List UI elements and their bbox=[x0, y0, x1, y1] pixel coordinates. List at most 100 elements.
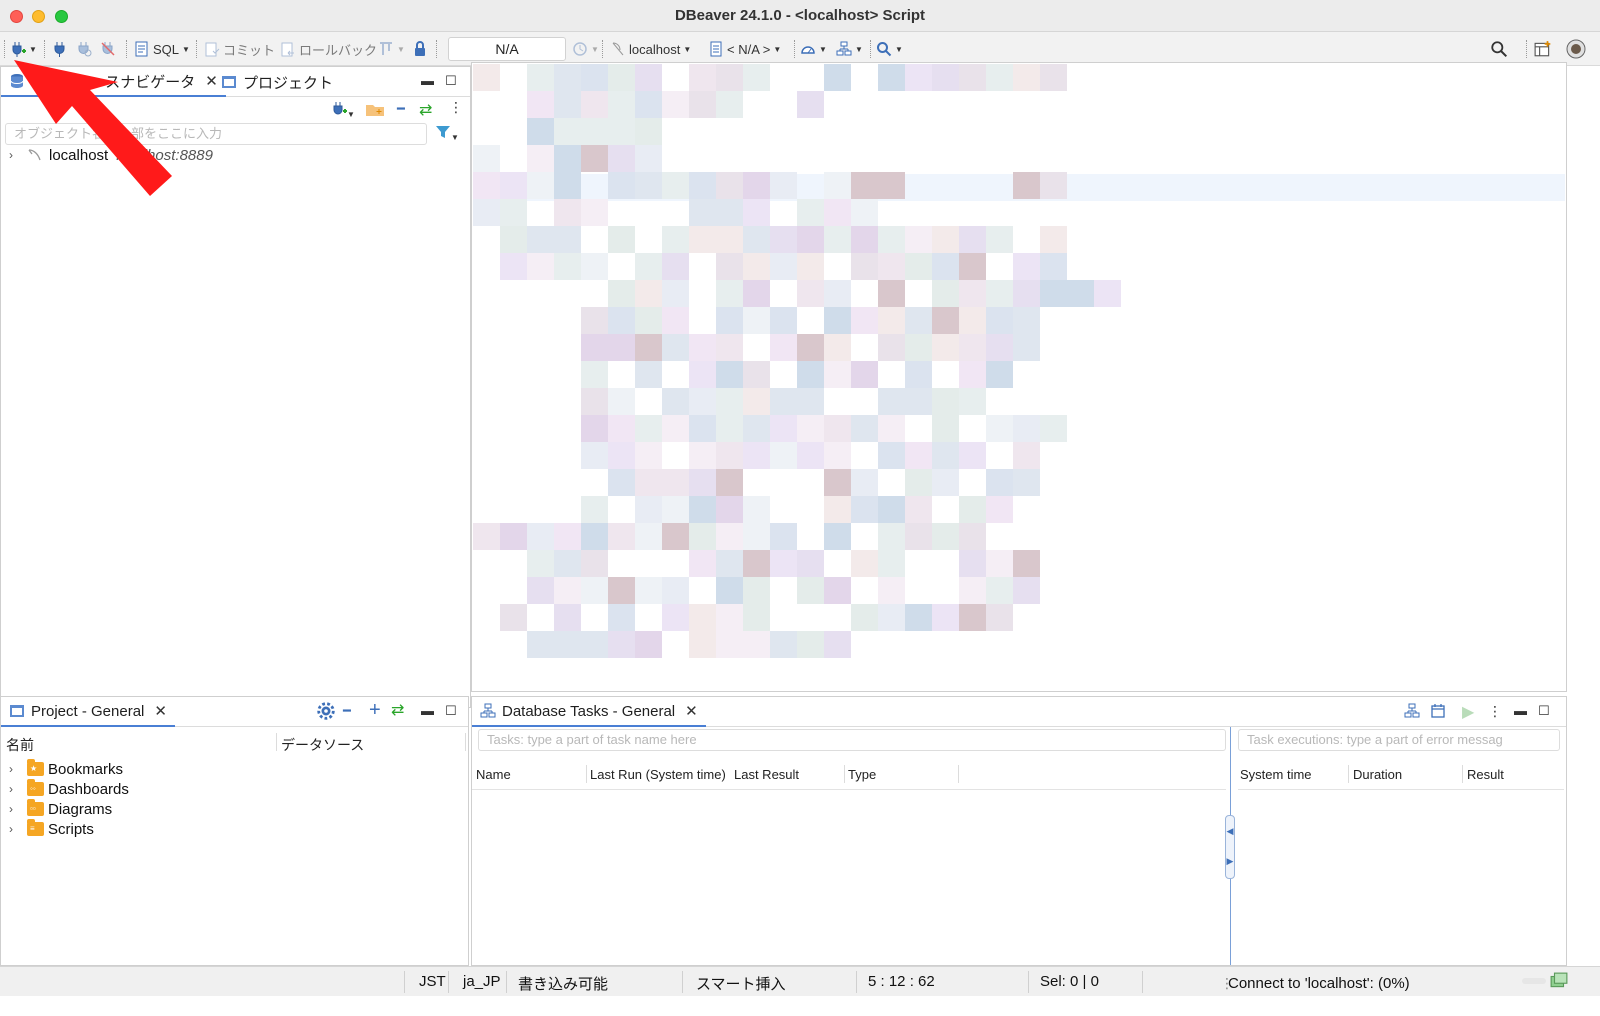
project-item-scripts[interactable]: › ≡ Scripts bbox=[1, 819, 468, 839]
tab-database-tasks[interactable]: Database Tasks - General ✕ bbox=[472, 697, 706, 727]
obscured-pixel bbox=[473, 172, 500, 199]
task-execution-filter-input[interactable]: Task executions: type a part of error me… bbox=[1238, 729, 1560, 751]
expand-all-icon[interactable]: + bbox=[369, 699, 381, 722]
obscured-pixel bbox=[608, 442, 635, 469]
sql-editor-obscured-content[interactable] bbox=[473, 64, 1565, 690]
project-item-bookmarks[interactable]: › ★ Bookmarks bbox=[1, 759, 468, 779]
column-header-name[interactable]: 名前 bbox=[6, 735, 34, 755]
link-with-editor-icon[interactable]: ⇄ bbox=[419, 100, 432, 120]
obscured-pixel bbox=[635, 523, 662, 550]
rollback-button[interactable]: ロールバック bbox=[280, 38, 377, 60]
obscured-pixel bbox=[959, 307, 986, 334]
expand-chevron-icon[interactable]: › bbox=[9, 762, 19, 776]
column-header-system-time[interactable]: System time bbox=[1240, 767, 1312, 782]
history-button[interactable]: ▼ bbox=[572, 38, 599, 60]
column-header-type[interactable]: Type bbox=[848, 767, 876, 782]
chevron-down-icon[interactable]: ▼ bbox=[182, 45, 190, 54]
expand-chevron-icon[interactable]: › bbox=[9, 822, 19, 836]
close-icon[interactable]: ✕ bbox=[685, 702, 698, 720]
column-header-datasource[interactable]: データソース bbox=[281, 735, 364, 755]
view-menu-icon[interactable]: ⋮ bbox=[449, 99, 463, 116]
chevron-down-icon[interactable]: ▼ bbox=[855, 45, 863, 54]
minimize-icon[interactable]: ▬ bbox=[1514, 703, 1527, 718]
global-search-button[interactable] bbox=[1490, 38, 1508, 60]
create-task-icon[interactable] bbox=[1404, 703, 1420, 722]
obscured-pixel bbox=[608, 226, 635, 253]
run-task-icon[interactable]: ▶ bbox=[1462, 702, 1474, 722]
obscured-pixel bbox=[662, 388, 689, 415]
active-schema-selector[interactable]: < N/A > ▼ bbox=[708, 38, 781, 60]
chevron-down-icon[interactable]: ▼ bbox=[819, 45, 827, 54]
dashboard-button[interactable]: ▼ bbox=[800, 38, 827, 60]
obscured-pixel bbox=[905, 334, 932, 361]
obscured-pixel bbox=[581, 118, 608, 145]
task-filter-input[interactable]: Tasks: type a part of task name here bbox=[478, 729, 1226, 751]
chevron-down-icon[interactable]: ▼ bbox=[29, 45, 37, 54]
transaction-mode-button[interactable]: ▼ bbox=[378, 38, 405, 60]
column-header-name[interactable]: Name bbox=[476, 767, 511, 782]
open-perspective-button[interactable] bbox=[1534, 38, 1552, 60]
chevron-down-icon[interactable]: ▼ bbox=[895, 45, 903, 54]
expand-chevron-icon[interactable]: › bbox=[9, 782, 19, 796]
navigator-filter-input[interactable]: オブジェクト名の一部をここに入力 bbox=[5, 123, 427, 145]
view-menu-icon[interactable]: ⋮ bbox=[1488, 703, 1502, 720]
tab-database-navigator[interactable]: データベースナビゲータ ✕ bbox=[1, 67, 226, 97]
reconnect-button[interactable] bbox=[76, 38, 92, 60]
transaction-mode-combo[interactable]: N/A bbox=[448, 37, 566, 61]
maximize-icon[interactable]: ☐ bbox=[445, 703, 457, 719]
new-folder-icon[interactable] bbox=[365, 101, 385, 120]
progress-view-button[interactable] bbox=[1550, 972, 1568, 994]
gear-icon[interactable] bbox=[317, 702, 335, 723]
obscured-pixel bbox=[608, 172, 635, 199]
chevron-down-icon[interactable]: ▼ bbox=[773, 45, 781, 54]
obscured-pixel bbox=[743, 631, 770, 658]
obscured-pixel bbox=[932, 415, 959, 442]
chevron-down-icon[interactable]: ▼ bbox=[683, 45, 691, 54]
search-button[interactable]: ▼ bbox=[876, 38, 903, 60]
obscured-pixel bbox=[986, 496, 1013, 523]
new-connection-button[interactable]: ▼ bbox=[10, 38, 37, 60]
dbeaver-perspective-button[interactable] bbox=[1566, 38, 1586, 60]
active-connection-selector[interactable]: localhost ▼ bbox=[610, 38, 691, 60]
obscured-pixel bbox=[581, 415, 608, 442]
connection-tree-item[interactable]: › localhost localhost:8889 bbox=[1, 145, 470, 165]
minimize-icon[interactable]: ▬ bbox=[421, 73, 434, 88]
sql-editor-button[interactable]: SQL ▼ bbox=[134, 38, 190, 60]
project-item-diagrams[interactable]: › ▫▫ Diagrams bbox=[1, 799, 468, 819]
tab-project-general[interactable]: Project - General ✕ bbox=[1, 697, 175, 727]
lock-button[interactable] bbox=[412, 38, 428, 60]
obscured-pixel bbox=[662, 253, 689, 280]
column-header-last-result[interactable]: Last Result bbox=[734, 767, 799, 782]
column-header-duration[interactable]: Duration bbox=[1353, 767, 1402, 782]
split-toggle-handle[interactable]: ◀ ▶ bbox=[1225, 815, 1235, 879]
expand-chevron-icon[interactable]: › bbox=[9, 802, 19, 816]
obscured-pixel bbox=[878, 496, 905, 523]
obscured-pixel bbox=[770, 226, 797, 253]
tasks-button[interactable]: ▼ bbox=[836, 38, 863, 60]
disconnect-button[interactable] bbox=[100, 38, 116, 60]
collapse-all-icon[interactable]: ━ bbox=[397, 101, 405, 117]
minimize-icon[interactable]: ▬ bbox=[421, 703, 434, 718]
link-with-editor-icon[interactable]: ⇄ bbox=[391, 700, 404, 720]
close-icon[interactable]: ✕ bbox=[154, 702, 167, 720]
maximize-icon[interactable]: ☐ bbox=[445, 73, 457, 89]
expand-chevron-icon[interactable]: › bbox=[9, 148, 19, 162]
project-item-dashboards[interactable]: › ◦◦ Dashboards bbox=[1, 779, 468, 799]
connect-button[interactable] bbox=[52, 38, 68, 60]
chevron-down-icon[interactable]: ▼ bbox=[397, 45, 405, 54]
task-calendar-icon[interactable] bbox=[1430, 703, 1446, 722]
obscured-pixel bbox=[473, 64, 500, 91]
obscured-pixel bbox=[959, 388, 986, 415]
new-connection-icon[interactable]: ▼ bbox=[331, 101, 355, 120]
tab-projects[interactable]: プロジェクト bbox=[213, 67, 341, 97]
filter-settings-button[interactable]: ▼ bbox=[435, 124, 459, 143]
commit-button[interactable]: コミット bbox=[204, 38, 275, 60]
maximize-icon[interactable]: ☐ bbox=[1538, 703, 1550, 719]
column-header-result[interactable]: Result bbox=[1467, 767, 1504, 782]
obscured-pixel bbox=[1040, 172, 1067, 199]
chevron-down-icon[interactable]: ▼ bbox=[591, 45, 599, 54]
obscured-pixel bbox=[527, 253, 554, 280]
table-header-divider bbox=[472, 789, 1226, 790]
collapse-all-icon[interactable]: ━ bbox=[343, 703, 351, 719]
column-header-last-run[interactable]: Last Run (System time) bbox=[590, 767, 726, 782]
